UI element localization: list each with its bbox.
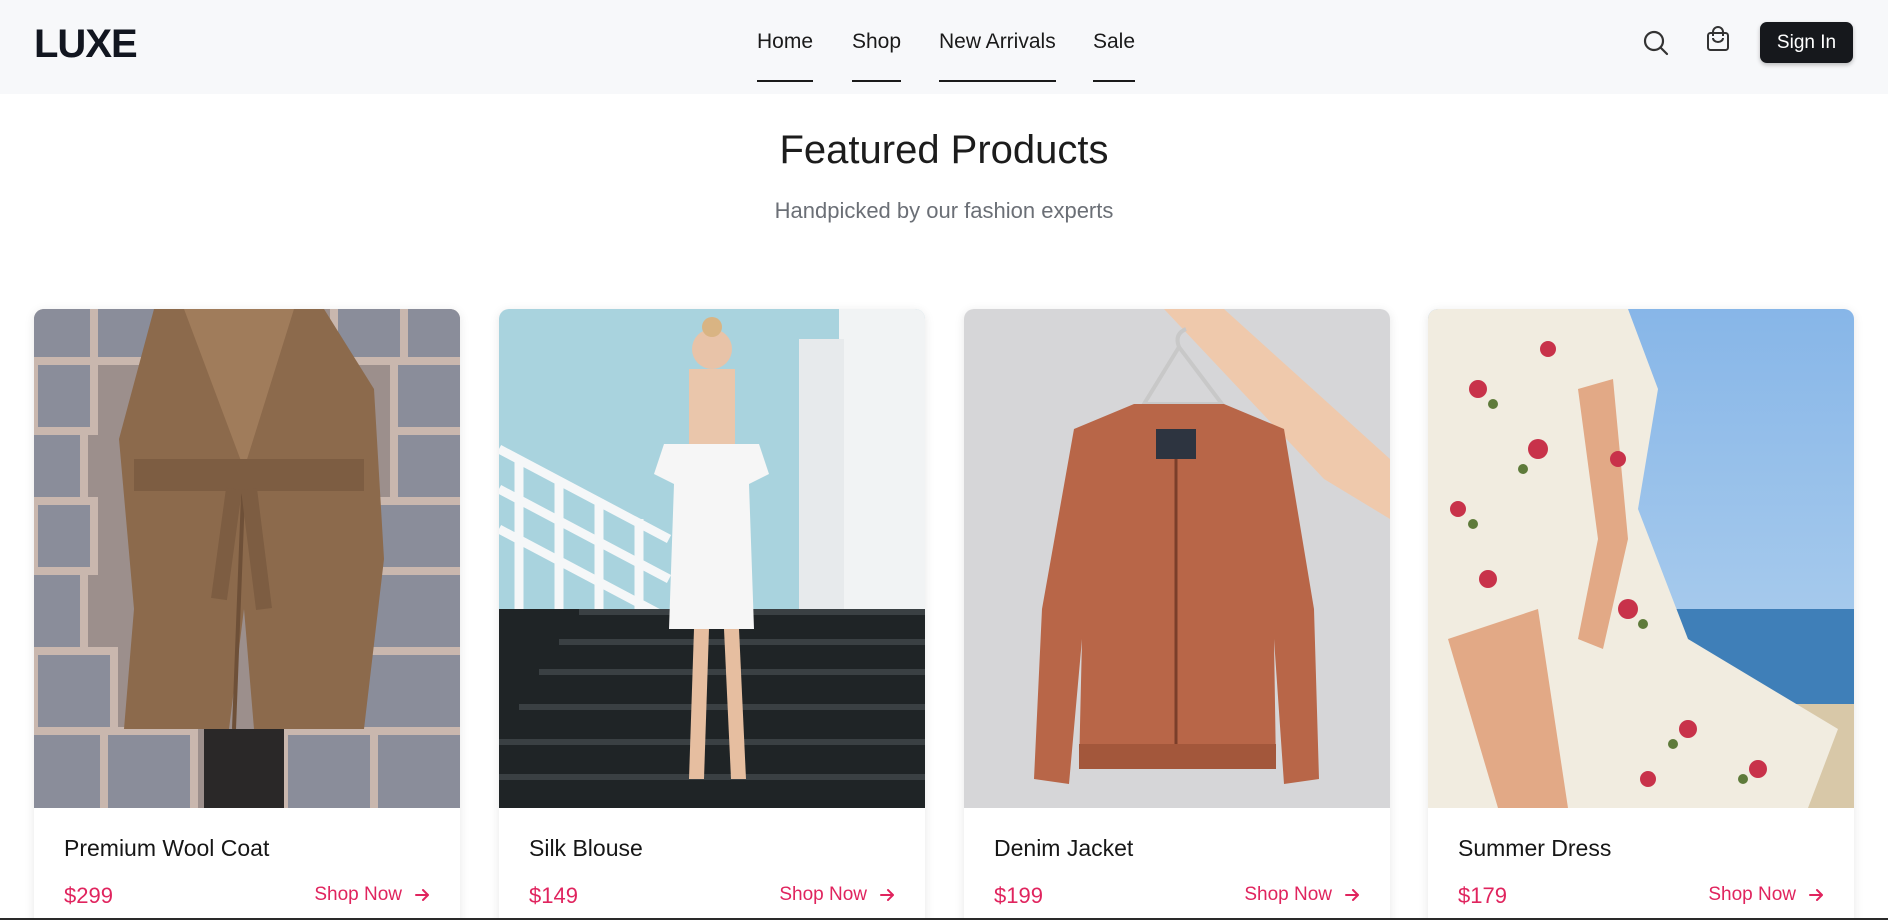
product-image-denim-jacket[interactable] (964, 309, 1390, 808)
nav-underline (939, 80, 1056, 82)
nav-item-home[interactable]: Home (757, 30, 814, 82)
product-name: Summer Dress (1458, 835, 1612, 861)
nav-item-new-arrivals[interactable]: New Arrivals (939, 30, 1056, 82)
shop-now-label: Shop Now (1244, 884, 1332, 905)
product-price: $299 (64, 883, 113, 908)
main-nav: Home Shop New Arrivals Sale (0, 0, 1888, 94)
shop-now-link[interactable]: Shop Now (1708, 884, 1824, 906)
product-card[interactable]: Premium Wool Coat $299 Shop Now (34, 309, 460, 920)
nav-item-sale[interactable]: Sale (1093, 30, 1136, 82)
shop-now-link[interactable]: Shop Now (1244, 884, 1360, 906)
nav-item-label: Sale (1093, 30, 1136, 53)
nav-underline (1093, 80, 1136, 82)
product-name: Silk Blouse (529, 835, 643, 861)
nav-item-label: Shop (852, 30, 902, 53)
shop-now-label: Shop Now (779, 884, 867, 905)
nav-underline (757, 80, 814, 82)
shop-now-link[interactable]: Shop Now (779, 884, 895, 906)
product-name: Denim Jacket (994, 835, 1134, 861)
section-title: Featured Products (779, 128, 1109, 172)
nav-item-shop[interactable]: Shop (852, 30, 902, 82)
shop-now-link[interactable]: Shop Now (314, 884, 430, 906)
site-header: LUXE Home Shop New Arrivals Sale Sign In (0, 0, 1888, 94)
shop-now-label: Shop Now (1708, 884, 1796, 905)
section-subtitle: Handpicked by our fashion experts (774, 198, 1114, 223)
shopping-bag-icon[interactable] (1703, 24, 1733, 54)
sign-in-button[interactable]: Sign In (1760, 22, 1853, 63)
product-image-wool-coat[interactable] (34, 309, 460, 808)
nav-item-label: New Arrivals (939, 30, 1056, 53)
nav-item-label: Home (757, 30, 814, 53)
arrow-right-icon (415, 889, 429, 901)
product-image-silk-blouse[interactable] (499, 309, 925, 808)
arrow-right-icon (880, 889, 894, 901)
product-name: Premium Wool Coat (64, 835, 270, 861)
product-card[interactable]: Summer Dress $179 Shop Now (1428, 309, 1854, 920)
nav-underline (852, 80, 902, 82)
product-card[interactable]: Denim Jacket $199 Shop Now (964, 309, 1390, 920)
product-price: $199 (994, 883, 1043, 908)
product-image-summer-dress[interactable] (1428, 309, 1854, 808)
search-icon[interactable] (1641, 28, 1671, 58)
product-card[interactable]: Silk Blouse $149 Shop Now (499, 309, 925, 920)
shop-now-label: Shop Now (314, 884, 402, 905)
product-price: $179 (1458, 883, 1507, 908)
arrow-right-icon (1345, 889, 1359, 901)
arrow-right-icon (1809, 889, 1823, 901)
product-price: $149 (529, 883, 578, 908)
